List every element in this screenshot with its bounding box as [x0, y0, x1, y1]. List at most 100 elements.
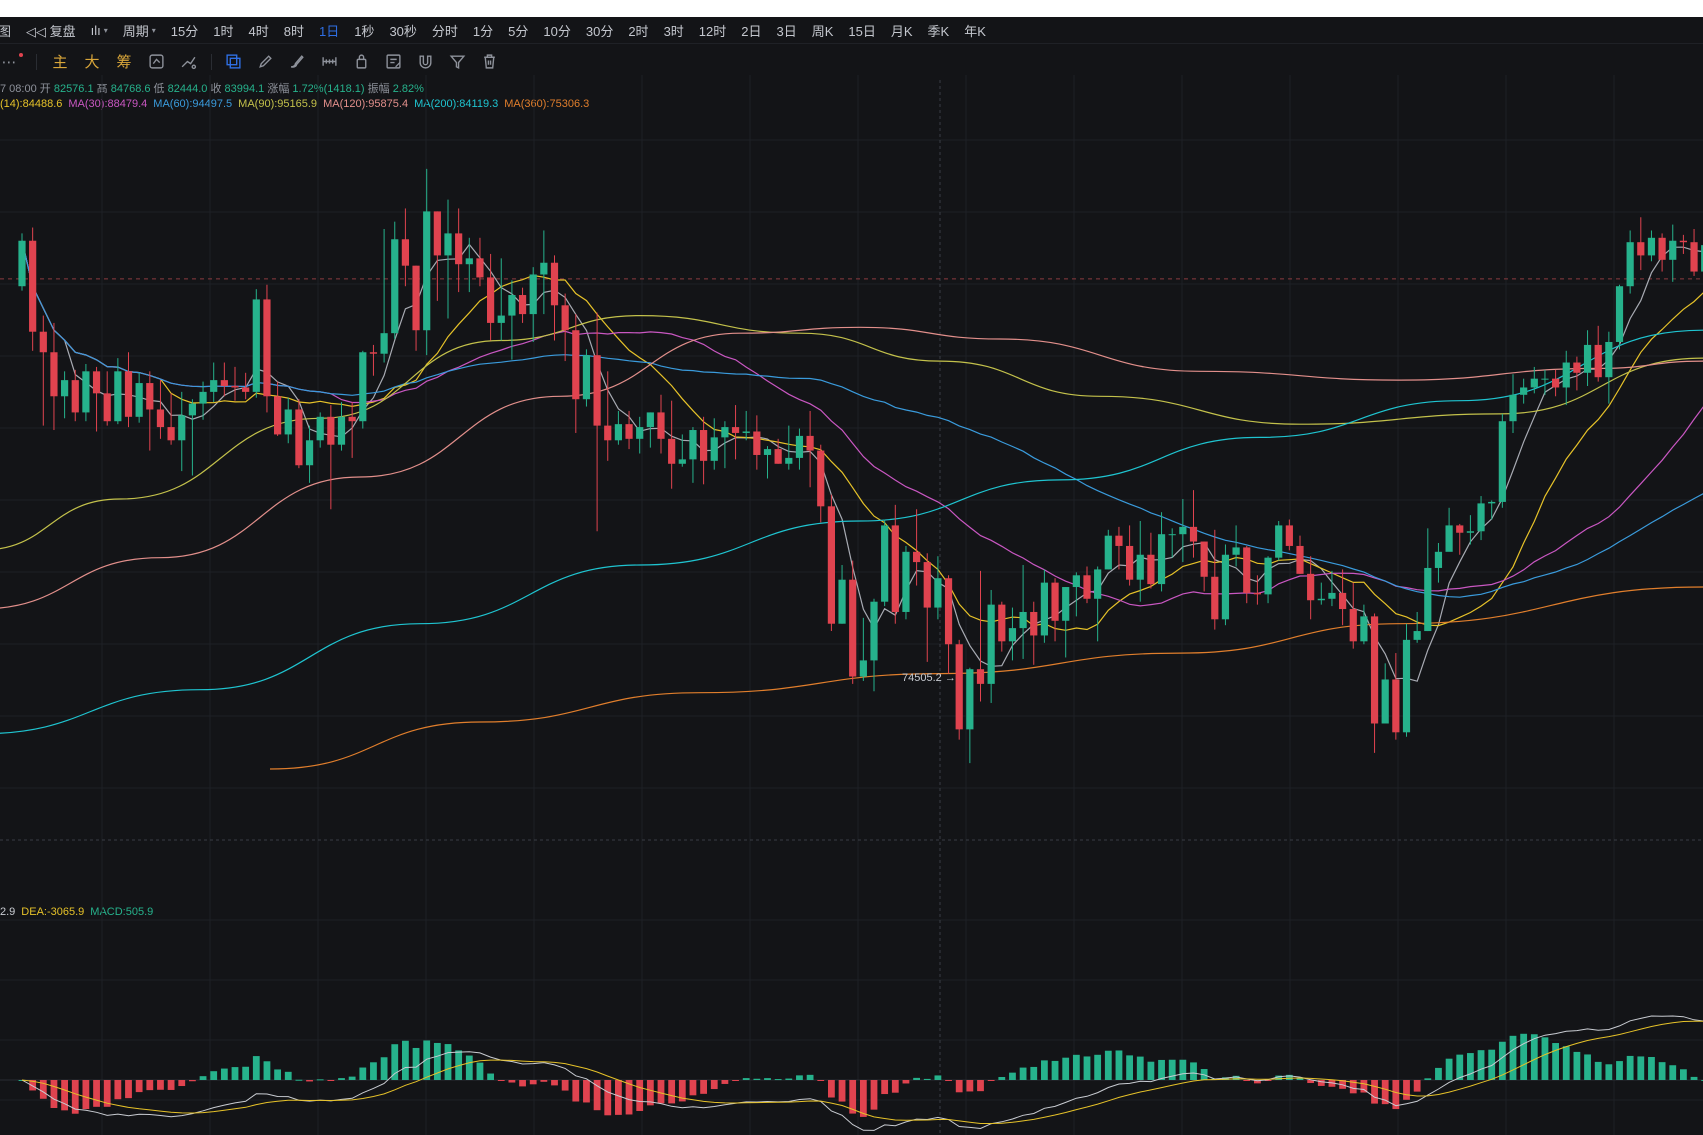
- candle: [18, 233, 26, 291]
- candle: [401, 208, 409, 287]
- macd-histogram-bar: [1115, 1050, 1123, 1080]
- period-tab-25[interactable]: 年K: [964, 21, 986, 40]
- big-view-button[interactable]: 大: [81, 51, 103, 73]
- candle-body: [29, 240, 37, 332]
- lock-icon[interactable]: [350, 51, 372, 73]
- candle-body: [1434, 551, 1443, 568]
- period-tab-3[interactable]: 周期 ▾: [123, 21, 156, 40]
- period-tab-1[interactable]: ◁◁ 复盘: [26, 21, 76, 40]
- macd-histogram-bar: [1083, 1056, 1091, 1080]
- filter-icon[interactable]: [446, 51, 468, 73]
- period-tab-16[interactable]: 2时: [628, 21, 648, 40]
- candle: [1370, 613, 1379, 753]
- candle: [1402, 623, 1411, 737]
- macd-histogram-bar: [252, 1056, 260, 1080]
- period-tab-17[interactable]: 3时: [664, 21, 684, 40]
- replay-icon[interactable]: [145, 51, 167, 73]
- period-tab-4[interactable]: 15分: [171, 21, 198, 40]
- price-chart[interactable]: 111987.0 →74505.2 →: [0, 75, 1703, 1135]
- period-tab-7[interactable]: 8时: [284, 21, 304, 40]
- macd-histogram-bar: [902, 1080, 910, 1084]
- candle-body: [444, 233, 452, 256]
- period-tab-21[interactable]: 周K: [812, 21, 834, 40]
- period-tab-20[interactable]: 3日: [777, 21, 797, 40]
- period-tab-10[interactable]: 30秒: [389, 21, 416, 40]
- candle-body: [210, 380, 218, 392]
- candle-body: [987, 604, 995, 684]
- candle: [167, 393, 175, 445]
- macd-histogram-bar: [348, 1076, 356, 1080]
- candle-body: [487, 277, 495, 323]
- period-tab-5[interactable]: 1时: [213, 21, 233, 40]
- candle: [1434, 543, 1443, 583]
- macd-histogram-bar: [1530, 1034, 1538, 1080]
- period-tab-8[interactable]: 1日: [319, 21, 339, 40]
- candle-body: [795, 435, 804, 458]
- period-tab-6[interactable]: 4时: [249, 21, 269, 40]
- period-tab-9[interactable]: 1秒: [354, 21, 374, 40]
- candle: [742, 410, 750, 441]
- candle-body: [1509, 394, 1517, 422]
- period-tab-0[interactable]: 图: [0, 21, 11, 40]
- candle-body: [1466, 531, 1474, 533]
- period-tab-19[interactable]: 2日: [741, 21, 761, 40]
- macd-histogram-bar: [604, 1080, 612, 1116]
- macd-histogram-bar: [796, 1075, 803, 1080]
- chip-distribution-button[interactable]: 筹: [113, 51, 135, 73]
- candle-body: [1669, 240, 1677, 260]
- candle-body: [604, 425, 612, 441]
- candle-body: [1157, 534, 1166, 585]
- trash-icon[interactable]: [478, 51, 500, 73]
- candle-body: [902, 551, 910, 612]
- candle: [1562, 350, 1570, 406]
- period-tab-11[interactable]: 分时: [432, 21, 458, 40]
- period-tab-14[interactable]: 10分: [543, 21, 570, 40]
- candle-body: [359, 352, 367, 422]
- period-tab-23[interactable]: 月K: [891, 21, 913, 40]
- candle-body: [1456, 525, 1464, 533]
- period-tab-13[interactable]: 5分: [508, 21, 528, 40]
- macd-histogram-bar: [764, 1078, 771, 1080]
- candle-body: [1488, 501, 1496, 504]
- candle: [146, 371, 154, 451]
- select-box-icon[interactable]: [222, 51, 244, 73]
- period-tab-label: 30秒: [389, 23, 417, 39]
- candle: [1477, 496, 1485, 541]
- period-tab-label: 1分: [472, 23, 494, 39]
- period-tab-12[interactable]: 1分: [473, 21, 493, 40]
- candle: [1381, 663, 1389, 724]
- candle: [188, 399, 196, 476]
- candle: [827, 494, 835, 632]
- brush-icon[interactable]: [286, 51, 308, 73]
- candle-body: [700, 430, 708, 461]
- macd-histogram-bar: [1435, 1067, 1442, 1080]
- candle-body: [1243, 547, 1251, 593]
- macd-histogram-bar: [998, 1077, 1006, 1080]
- candle-body: [1285, 525, 1293, 546]
- macd-histogram-bar: [1126, 1055, 1133, 1080]
- macd-histogram-bar: [1488, 1049, 1496, 1080]
- indicator-icon[interactable]: [177, 51, 199, 73]
- period-tab-18[interactable]: 12时: [699, 21, 726, 40]
- period-tab-label: 1秒: [354, 23, 375, 39]
- candle-body: [550, 262, 559, 306]
- macd-histogram-bar: [1424, 1078, 1432, 1080]
- macd-histogram-bar: [1467, 1053, 1474, 1080]
- period-tab-24[interactable]: 季K: [928, 21, 950, 40]
- period-tab-label: ◁◁ 复盘: [26, 23, 76, 39]
- ruler-icon[interactable]: [318, 51, 340, 73]
- more-menu-button[interactable]: ⋯: [0, 51, 23, 73]
- period-tab-15[interactable]: 30分: [586, 21, 613, 40]
- magnet-icon[interactable]: [414, 51, 436, 73]
- candle: [1349, 582, 1357, 649]
- toolbar-divider: [211, 53, 212, 70]
- pencil-icon[interactable]: [254, 51, 276, 73]
- candle-body: [1168, 534, 1176, 536]
- period-tab-22[interactable]: 15日: [848, 21, 875, 40]
- candle: [252, 289, 260, 398]
- period-tab-2[interactable]: ılı ▾: [91, 23, 108, 38]
- candle: [1317, 582, 1325, 605]
- main-indicator-button[interactable]: 主: [49, 51, 71, 73]
- note-icon[interactable]: [382, 51, 404, 73]
- candle: [412, 265, 420, 351]
